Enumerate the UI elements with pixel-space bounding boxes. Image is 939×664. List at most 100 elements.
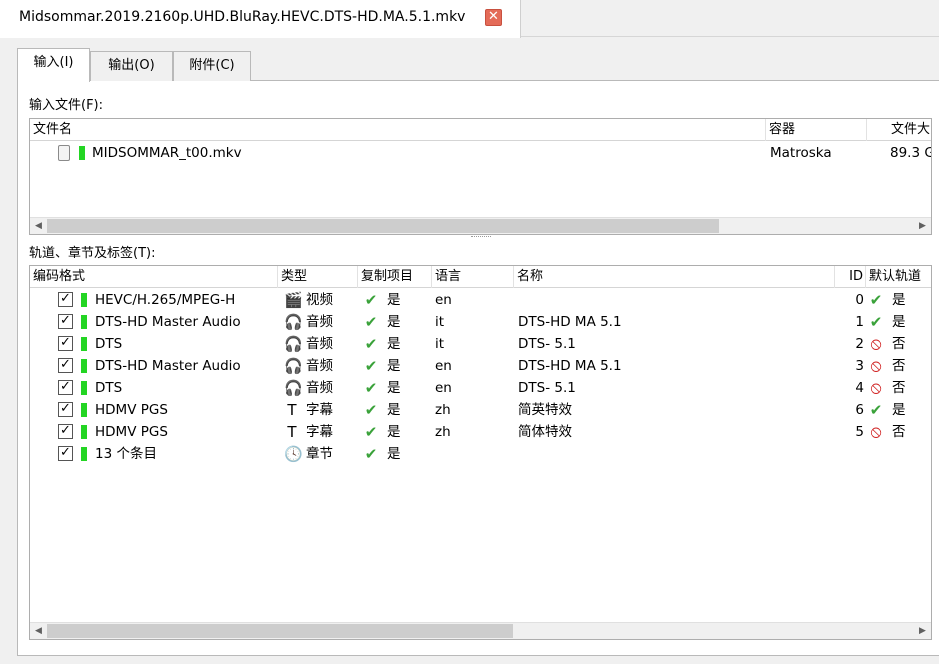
input-file-row[interactable]: MIDSOMMAR_t00.mkv Matroska 89.3 G bbox=[30, 142, 931, 164]
track-enabled-indicator bbox=[81, 359, 87, 373]
track-id: 6 bbox=[855, 402, 864, 418]
headphones-icon: 🎧 bbox=[284, 357, 303, 375]
track-copy: 是 bbox=[387, 446, 401, 462]
track-enabled-indicator bbox=[81, 293, 87, 307]
scrollbar-thumb[interactable] bbox=[47, 219, 719, 233]
track-codec: HDMV PGS bbox=[95, 402, 168, 418]
track-name: DTS-HD MA 5.1 bbox=[518, 314, 622, 330]
column-header-default[interactable]: 默认轨道 bbox=[866, 266, 931, 288]
column-header-filesize[interactable]: 文件大 bbox=[867, 119, 931, 141]
tab-output[interactable]: 输出(O) bbox=[90, 51, 173, 81]
track-row[interactable]: ✓ HEVC/H.265/MPEG-H 🎬 视频 ✔ 是 en 0 ✔ 是 bbox=[30, 289, 931, 311]
track-row[interactable]: ✓ DTS 🎧 音频 ✔ 是 en DTS- 5.1 4 ⦸ 否 bbox=[30, 377, 931, 399]
check-icon: ✔ bbox=[364, 335, 378, 353]
text-subtitle-icon: T bbox=[287, 423, 297, 441]
input-files-hscroll[interactable]: ◀ ▶ bbox=[30, 217, 931, 234]
tab-attachments[interactable]: 附件(C) bbox=[173, 51, 251, 81]
headphones-icon: 🎧 bbox=[284, 379, 303, 397]
track-type: 音频 bbox=[306, 358, 333, 374]
column-header-copy[interactable]: 复制项目 bbox=[358, 266, 432, 288]
track-checkbox[interactable]: ✓ bbox=[58, 446, 73, 461]
track-enabled-indicator bbox=[81, 315, 87, 329]
track-row[interactable]: ✓ DTS 🎧 音频 ✔ 是 it DTS- 5.1 2 ⦸ 否 bbox=[30, 333, 931, 355]
column-header-type[interactable]: 类型 bbox=[278, 266, 358, 288]
video-clapper-icon: 🎬 bbox=[284, 291, 303, 309]
track-codec: 13 个条目 bbox=[95, 446, 157, 462]
tab-input[interactable]: 输入(I) bbox=[17, 48, 90, 82]
scroll-right-icon[interactable]: ▶ bbox=[914, 623, 931, 639]
track-row[interactable]: ✓ DTS-HD Master Audio 🎧 音频 ✔ 是 en DTS-HD MA 5.1… bbox=[30, 355, 931, 377]
track-id: 3 bbox=[855, 358, 864, 374]
document-tab-bar: Midsommar.2019.2160p.UHD.BluRay.HEVC.DTS… bbox=[0, 0, 939, 38]
track-type: 字幕 bbox=[306, 424, 333, 440]
track-checkbox[interactable]: ✓ bbox=[58, 336, 73, 351]
track-row[interactable]: ✓ HDMV PGS T 字幕 ✔ 是 zh 简英特效 6 ✔ 是 bbox=[30, 399, 931, 421]
track-codec: DTS bbox=[95, 380, 123, 396]
prohibited-icon: ⦸ bbox=[870, 422, 882, 442]
track-copy: 是 bbox=[387, 314, 401, 330]
scroll-right-icon[interactable]: ▶ bbox=[914, 218, 931, 234]
track-enabled-indicator bbox=[79, 146, 85, 160]
tracks-hscroll[interactable]: ◀ ▶ bbox=[30, 622, 931, 639]
check-icon: ✔ bbox=[364, 313, 378, 331]
track-name: 简英特效 bbox=[518, 402, 572, 418]
check-icon: ✔ bbox=[869, 313, 883, 331]
track-copy: 是 bbox=[387, 336, 401, 352]
tracks-header: 编码格式 类型 复制项目 语言 名称 ID 默认轨道 bbox=[30, 266, 931, 288]
column-header-language[interactable]: 语言 bbox=[432, 266, 514, 288]
track-row[interactable]: ✓ HDMV PGS T 字幕 ✔ 是 zh 简体特效 5 ⦸ 否 bbox=[30, 421, 931, 443]
track-enabled-indicator bbox=[81, 425, 87, 439]
track-codec: DTS bbox=[95, 336, 123, 352]
scroll-left-icon[interactable]: ◀ bbox=[30, 623, 47, 639]
track-row[interactable]: ✓ DTS-HD Master Audio 🎧 音频 ✔ 是 it DTS-HD MA 5.1… bbox=[30, 311, 931, 333]
track-checkbox[interactable]: ✓ bbox=[58, 424, 73, 439]
track-checkbox[interactable]: ✓ bbox=[58, 402, 73, 417]
track-checkbox[interactable]: ✓ bbox=[58, 314, 73, 329]
column-header-id[interactable]: ID bbox=[835, 266, 866, 288]
track-codec: HDMV PGS bbox=[95, 424, 168, 440]
column-header-name[interactable]: 名称 bbox=[514, 266, 835, 288]
track-name: 简体特效 bbox=[518, 424, 572, 440]
track-checkbox[interactable]: ✓ bbox=[58, 358, 73, 373]
track-id bbox=[835, 443, 864, 465]
close-icon[interactable]: ✕ bbox=[485, 9, 502, 26]
track-type: 音频 bbox=[306, 380, 333, 396]
track-row[interactable]: ✓ 13 个条目 🕓 章节 ✔ 是 bbox=[30, 443, 931, 465]
column-header-codec[interactable]: 编码格式 bbox=[30, 266, 278, 288]
input-file-name: MIDSOMMAR_t00.mkv bbox=[92, 145, 242, 161]
clock-chapter-icon: 🕓 bbox=[284, 445, 303, 463]
track-default: 否 bbox=[892, 380, 906, 396]
column-header-container[interactable]: 容器 bbox=[766, 119, 867, 141]
track-checkbox[interactable]: ✓ bbox=[58, 292, 73, 307]
track-copy: 是 bbox=[387, 358, 401, 374]
tracks-label: 轨道、章节及标签(T): bbox=[29, 246, 156, 261]
track-checkbox[interactable]: ✓ bbox=[58, 380, 73, 395]
track-default: 是 bbox=[892, 292, 906, 308]
track-enabled-indicator bbox=[81, 337, 87, 351]
check-icon: ✔ bbox=[364, 379, 378, 397]
check-icon: ✔ bbox=[364, 401, 378, 419]
track-enabled-indicator bbox=[81, 381, 87, 395]
track-name: DTS- 5.1 bbox=[518, 336, 576, 352]
prohibited-icon: ⦸ bbox=[870, 356, 882, 376]
input-files-list[interactable]: 文件名 容器 文件大 MIDSOMMAR_t00.mkv Matroska 89… bbox=[29, 118, 932, 235]
track-type: 音频 bbox=[306, 336, 333, 352]
tracks-list[interactable]: 编码格式 类型 复制项目 语言 名称 ID 默认轨道 ✓ HEVC/H.265/M… bbox=[29, 265, 932, 640]
track-type: 音频 bbox=[306, 314, 333, 330]
track-copy: 是 bbox=[387, 380, 401, 396]
input-file-size: 89.3 G bbox=[890, 145, 932, 161]
scroll-left-icon[interactable]: ◀ bbox=[30, 218, 47, 234]
track-default: 否 bbox=[892, 336, 906, 352]
scrollbar-thumb[interactable] bbox=[47, 624, 513, 638]
prohibited-icon: ⦸ bbox=[870, 334, 882, 354]
check-icon: ✔ bbox=[869, 401, 883, 419]
track-codec: HEVC/H.265/MPEG-H bbox=[95, 292, 236, 308]
pane-splitter[interactable] bbox=[471, 236, 491, 239]
track-id: 1 bbox=[855, 314, 864, 330]
input-files-label: 输入文件(F): bbox=[29, 98, 104, 113]
track-language: it bbox=[435, 336, 445, 352]
track-id: 5 bbox=[855, 424, 864, 440]
input-file-container: Matroska bbox=[770, 145, 832, 161]
document-tab[interactable]: Midsommar.2019.2160p.UHD.BluRay.HEVC.DTS… bbox=[0, 0, 521, 38]
column-header-filename[interactable]: 文件名 bbox=[30, 119, 766, 141]
